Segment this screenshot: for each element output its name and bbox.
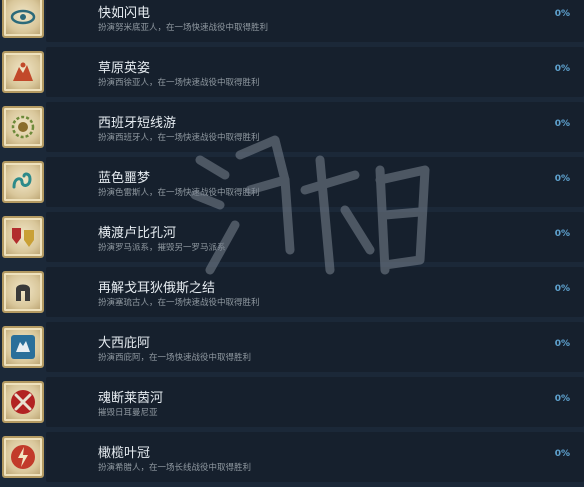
achievement-panel: 再解戈耳狄俄斯之结 扮演塞琉古人，在一场快速战役中取得胜利 0% <box>46 267 584 317</box>
achievement-description: 扮演塞琉古人，在一场快速战役中取得胜利 <box>98 298 260 308</box>
achievement-row[interactable]: 魂断莱茵河 摧毁日耳曼尼亚 0% <box>0 377 584 427</box>
achievement-row[interactable]: 草原英姿 扮演西徐亚人，在一场快速战役中取得胜利 0% <box>0 47 584 97</box>
achievement-title: 蓝色噩梦 <box>98 171 151 186</box>
achievement-percent: 0% <box>554 449 570 459</box>
achievement-description: 扮演色雷斯人，在一场快速战役中取得胜利 <box>98 188 260 198</box>
serpent-emblem-icon <box>2 161 44 203</box>
helmet-emblem-icon <box>2 271 44 313</box>
achievement-title: 横渡卢比孔河 <box>98 226 177 241</box>
achievement-panel: 草原英姿 扮演西徐亚人，在一场快速战役中取得胜利 0% <box>46 47 584 97</box>
achievement-row[interactable]: 橄榄叶冠 扮演希腊人，在一场长线战役中取得胜利 0% <box>0 432 584 482</box>
achievement-row[interactable]: 再解戈耳狄俄斯之结 扮演塞琉古人，在一场快速战役中取得胜利 0% <box>0 267 584 317</box>
achievement-panel: 西班牙短线游 扮演西班牙人，在一场快速战役中取得胜利 0% <box>46 102 584 152</box>
achievement-title: 魂断莱茵河 <box>98 391 164 406</box>
shields-emblem-icon <box>2 216 44 258</box>
achievement-panel: 魂断莱茵河 摧毁日耳曼尼亚 0% <box>46 377 584 427</box>
achievement-title: 草原英姿 <box>98 61 151 76</box>
achievement-description: 扮演希腊人，在一场长线战役中取得胜利 <box>98 463 252 473</box>
achievement-percent: 0% <box>554 174 570 184</box>
achievement-description: 扮演西徐亚人，在一场快速战役中取得胜利 <box>98 78 260 88</box>
horse-emblem-icon <box>2 51 44 93</box>
achievement-percent: 0% <box>554 64 570 74</box>
achievement-panel: 橄榄叶冠 扮演希腊人，在一场长线战役中取得胜利 0% <box>46 432 584 482</box>
achievement-row[interactable]: 西班牙短线游 扮演西班牙人，在一场快速战役中取得胜利 0% <box>0 102 584 152</box>
achievement-panel: 蓝色噩梦 扮演色雷斯人，在一场快速战役中取得胜利 0% <box>46 157 584 207</box>
achievement-title: 西班牙短线游 <box>98 116 177 131</box>
achievement-panel: 快如闪电 扮演努米底亚人，在一场快速战役中取得胜利 0% <box>46 0 584 42</box>
achievement-title: 快如闪电 <box>98 6 151 21</box>
achievement-description: 扮演西庇阿，在一场快速战役中取得胜利 <box>98 353 252 363</box>
achievement-title: 大西庇阿 <box>98 336 151 351</box>
achievement-percent: 0% <box>554 339 570 349</box>
achievement-row[interactable]: 蓝色噩梦 扮演色雷斯人，在一场快速战役中取得胜利 0% <box>0 157 584 207</box>
achievement-title: 再解戈耳狄俄斯之结 <box>98 281 216 296</box>
crossed-swords-emblem-icon <box>2 381 44 423</box>
achievement-panel: 大西庇阿 扮演西庇阿，在一场快速战役中取得胜利 0% <box>46 322 584 372</box>
laurel-emblem-icon <box>2 106 44 148</box>
achievement-row[interactable]: 大西庇阿 扮演西庇阿，在一场快速战役中取得胜利 0% <box>0 322 584 372</box>
achievement-description: 扮演西班牙人，在一场快速战役中取得胜利 <box>98 133 260 143</box>
eye-emblem-icon <box>2 0 44 38</box>
achievement-percent: 0% <box>554 9 570 19</box>
achievement-percent: 0% <box>554 229 570 239</box>
achievement-list: 快如闪电 扮演努米底亚人，在一场快速战役中取得胜利 0% 草原英姿 扮演西徐亚人… <box>0 0 584 487</box>
achievement-panel: 横渡卢比孔河 扮演罗马派系，摧毁另一罗马派系 0% <box>46 212 584 262</box>
achievement-percent: 0% <box>554 119 570 129</box>
achievement-description: 扮演努米底亚人，在一场快速战役中取得胜利 <box>98 23 269 33</box>
achievement-percent: 0% <box>554 284 570 294</box>
lightning-emblem-icon <box>2 436 44 478</box>
wolf-emblem-icon <box>2 326 44 368</box>
achievement-row[interactable]: 快如闪电 扮演努米底亚人，在一场快速战役中取得胜利 0% <box>0 0 584 42</box>
achievement-description: 扮演罗马派系，摧毁另一罗马派系 <box>98 243 226 253</box>
achievement-description: 摧毁日耳曼尼亚 <box>98 408 158 418</box>
achievement-row[interactable]: 横渡卢比孔河 扮演罗马派系，摧毁另一罗马派系 0% <box>0 212 584 262</box>
achievement-percent: 0% <box>554 394 570 404</box>
achievement-title: 橄榄叶冠 <box>98 446 151 461</box>
